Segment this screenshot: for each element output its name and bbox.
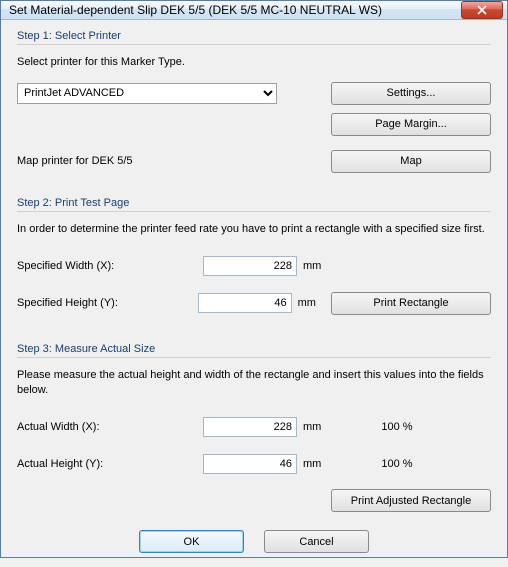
step3-instruction: Please measure the actual height and wid… [17, 368, 491, 398]
spec-height-label: Specified Height (Y): [17, 297, 184, 309]
print-rectangle-button[interactable]: Print Rectangle [331, 292, 491, 315]
unit-mm: mm [297, 260, 337, 272]
step2-title: Step 2: Print Test Page [17, 195, 491, 212]
spec-width-input[interactable] [203, 256, 297, 276]
dialog-window: Set Material-dependent Slip DEK 5/5 (DEK… [0, 0, 508, 558]
titlebar: Set Material-dependent Slip DEK 5/5 (DEK… [1, 1, 507, 20]
actual-width-input[interactable] [203, 417, 297, 437]
close-icon [477, 5, 487, 15]
actual-height-pct: 100 % [367, 458, 427, 470]
map-row: Map printer for DEK 5/5 Map [17, 150, 491, 173]
actual-height-row: Actual Height (Y): mm 100 % [17, 452, 491, 475]
unit-mm: mm [292, 297, 331, 309]
ok-button[interactable]: OK [139, 530, 244, 553]
page-margin-row: Page Margin... [17, 113, 491, 136]
dialog-content: Step 1: Select Printer Select printer fo… [1, 20, 507, 567]
map-label: Map printer for DEK 5/5 [17, 155, 277, 167]
step1-title: Step 1: Select Printer [17, 28, 491, 45]
close-button[interactable] [461, 1, 503, 19]
spec-width-row: Specified Width (X): mm [17, 255, 491, 278]
map-button[interactable]: Map [331, 150, 491, 173]
step1-instruction: Select printer for this Marker Type. [17, 55, 491, 70]
print-adjusted-button[interactable]: Print Adjusted Rectangle [331, 489, 491, 512]
spec-height-row: Specified Height (Y): mm Print Rectangle [17, 292, 491, 315]
actual-width-pct: 100 % [367, 421, 427, 433]
printer-select-row: PrintJet ADVANCED Settings... [17, 82, 491, 105]
settings-button[interactable]: Settings... [331, 82, 491, 105]
unit-mm: mm [297, 458, 337, 470]
actual-height-input[interactable] [203, 454, 297, 474]
actual-height-label: Actual Height (Y): [17, 458, 187, 470]
step2-instruction: In order to determine the printer feed r… [17, 222, 491, 237]
actual-width-label: Actual Width (X): [17, 421, 187, 433]
spec-height-input[interactable] [198, 293, 292, 313]
page-margin-button[interactable]: Page Margin... [331, 113, 491, 136]
dialog-footer: OK Cancel [17, 520, 491, 555]
spec-width-label: Specified Width (X): [17, 260, 187, 272]
window-title: Set Material-dependent Slip DEK 5/5 (DEK… [9, 3, 461, 17]
actual-width-row: Actual Width (X): mm 100 % [17, 415, 491, 438]
printer-select[interactable]: PrintJet ADVANCED [17, 83, 277, 104]
cancel-button[interactable]: Cancel [264, 530, 369, 553]
unit-mm: mm [297, 421, 337, 433]
print-adjusted-row: Print Adjusted Rectangle [17, 489, 491, 512]
step3-title: Step 3: Measure Actual Size [17, 341, 491, 358]
